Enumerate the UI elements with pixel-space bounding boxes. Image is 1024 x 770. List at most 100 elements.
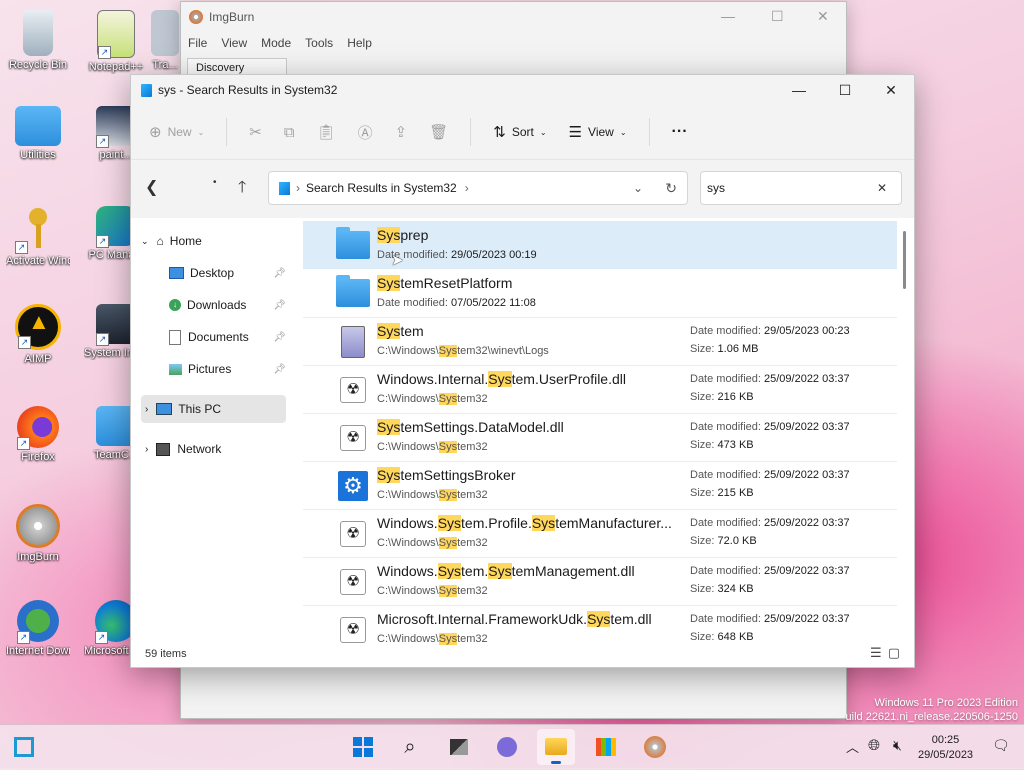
desktop-icon-tra[interactable]: Tra... [150,10,180,72]
sidebar-item-desktop[interactable]: Desktop 📌︎ [141,259,286,287]
teams-chat-button[interactable] [488,729,526,765]
desktop-icon-internet-download-manager[interactable]: ↗ Internet Downlo... [6,600,70,658]
vertical-scrollbar[interactable] [903,231,906,289]
menu-view[interactable]: View [221,36,247,50]
desktop-icon-label: Recycle Bin [8,59,68,71]
delete-button[interactable]: 🗑︎ [429,123,448,141]
file-explorer-taskbar-button[interactable] [537,729,575,765]
sidebar-item-downloads[interactable]: ↓ Downloads 📌︎ [141,291,286,319]
list-item[interactable]: ☢ Windows.System.SystemManagement.dll C:… [303,557,897,606]
sort-button[interactable]: ⇅ Sort ⌄ [493,123,546,141]
file-explorer-window[interactable]: sys - Search Results in System32 — ☐ ✕ ⊕… [130,74,915,668]
sort-label: Sort [511,125,534,139]
list-item[interactable]: System C:\Windows\System32\winevt\Logs D… [303,317,897,366]
scissors-icon: ✂ [249,124,262,141]
menu-file[interactable]: File [188,36,207,50]
menu-mode[interactable]: Mode [261,36,291,50]
search-button[interactable]: ⌕ [391,729,429,765]
chevron-down-icon: ⌄ [619,127,627,137]
imgburn-minimize-button[interactable]: — [721,8,735,24]
microsoft-store-button[interactable] [587,729,625,765]
desktop-icon-recycle-bin[interactable]: Recycle Bin [6,10,70,72]
sidebar-item-network[interactable]: › Network [141,435,286,463]
file-name: Microsoft.Internal.FrameworkUdk.System.d… [377,611,652,627]
window-title: sys - Search Results in System32 [158,83,338,97]
pin-icon[interactable]: 📌︎ [273,268,286,279]
imgburn-maximize-button[interactable]: ☐ [771,8,784,25]
sidebar-item-label: Downloads [187,298,247,312]
sidebar-item-this-pc[interactable]: › This PC [141,395,286,423]
breadcrumb-chevron-icon: › [464,181,469,195]
task-view-button[interactable] [440,729,478,765]
tiles-view-icon[interactable]: ▢ [888,645,906,660]
more-options-button[interactable]: ··· [672,123,688,141]
back-button[interactable]: ❮ [145,177,158,197]
search-box[interactable]: sys ✕ [700,171,902,205]
desktop-icon-utilities[interactable]: Utilities [6,106,70,162]
desktop-icon-activate-windows[interactable]: ↗ Activate Windows [6,206,70,268]
breadcrumb-search-results[interactable]: Search Results in System32 [306,181,457,195]
new-button[interactable]: ⊕ New ⌄ [149,123,204,141]
notifications-icon[interactable]: 🗨︎ [992,737,1010,754]
address-dropdown-icon[interactable]: ⌄ [633,181,643,195]
list-item[interactable]: ☢ Windows.System.Profile.SystemManufactu… [303,509,897,558]
file-name: System [377,323,424,339]
recycle-bin-icon [23,10,53,56]
menu-help[interactable]: Help [347,36,372,50]
plus-circle-icon: ⊕ [149,124,162,141]
language-globe-icon[interactable]: 🌐︎ [868,737,880,754]
shortcut-arrow-icon: ↗ [18,336,31,349]
sort-arrows-icon: ⇅ [493,124,506,141]
address-bar[interactable]: › Search Results in System32 › ⌄ ↻ [268,171,688,205]
list-item[interactable]: Sysprep Date modified: 29/05/2023 00:19 … [303,221,897,269]
desktop-icon-firefox[interactable]: ↗ Firefox [6,406,70,464]
list-item[interactable]: ☢ SystemSettings.DataModel.dll C:\Window… [303,413,897,462]
widgets-button[interactable] [5,729,43,765]
share-icon: ⇪ [394,124,408,141]
cut-button[interactable]: ✂ [249,123,262,141]
refresh-icon[interactable]: ↻ [665,180,677,197]
chevron-down-icon: ⌄ [197,127,205,137]
paste-button[interactable]: 📋︎ [317,123,336,141]
sidebar-item-documents[interactable]: Documents 📌︎ [141,323,286,351]
desktop-icon-notepad[interactable]: ↗ Notepad++ [84,10,148,74]
share-button[interactable]: ⇪ [395,123,408,141]
pin-icon[interactable]: 📌︎ [273,300,286,311]
file-path: C:\Windows\System32 [377,489,488,501]
start-button[interactable] [344,729,382,765]
file-date: Date modified: 25/09/2022 03:37 [690,469,850,481]
list-item[interactable]: ☢ Microsoft.Internal.FrameworkUdk.System… [303,605,897,653]
details-view-icon[interactable]: ☰ [870,645,888,660]
list-item[interactable]: ⚙ SystemSettingsBroker C:\Windows\System… [303,461,897,510]
pin-icon[interactable]: 📌︎ [273,364,286,375]
rename-button[interactable]: Ⓐ [358,122,373,143]
desktop-icon-aimp[interactable]: ▲ ↗ AIMP [6,304,70,366]
close-button[interactable]: ✕ [868,75,914,105]
pin-icon[interactable]: 📌︎ [273,332,286,343]
minimize-button[interactable]: — [776,75,822,105]
imgburn-titlebar[interactable]: ImgBurn [181,2,846,32]
system-clock[interactable]: 00:25 29/05/2023 [918,733,973,763]
menu-tools[interactable]: Tools [305,36,333,50]
maximize-button[interactable]: ☐ [822,75,868,105]
view-button[interactable]: ☰ View ⌄ [569,123,627,141]
explorer-titlebar[interactable]: sys - Search Results in System32 — ☐ ✕ [131,75,914,105]
sidebar-item-home[interactable]: ⌄ ⌂ Home [141,227,286,255]
file-path: C:\Windows\System32 [377,393,488,405]
firefox-icon: ↗ [17,406,59,450]
clear-search-icon[interactable]: ✕ [877,181,887,195]
list-item[interactable]: SystemResetPlatform Date modified: 07/05… [303,269,897,318]
volume-muted-icon[interactable]: 🔇︎ [893,737,902,754]
forward-indicator-icon: • [213,177,217,188]
widgets-icon [14,737,34,757]
sidebar-item-pictures[interactable]: Pictures 📌︎ [141,355,286,383]
show-hidden-icons-button[interactable]: ︿ [846,737,859,756]
search-input[interactable]: sys [707,181,725,195]
copy-button[interactable]: ⧉ [284,124,295,141]
imgburn-taskbar-button[interactable] [636,729,674,765]
imgburn-close-button[interactable]: ✕ [817,8,829,25]
desktop-icon-imgburn[interactable]: ImgBurn [6,504,70,564]
up-button[interactable]: 🡑 [238,176,246,203]
search-icon: ⌕ [404,736,416,758]
list-item[interactable]: ☢ Windows.Internal.System.UserProfile.dl… [303,365,897,414]
